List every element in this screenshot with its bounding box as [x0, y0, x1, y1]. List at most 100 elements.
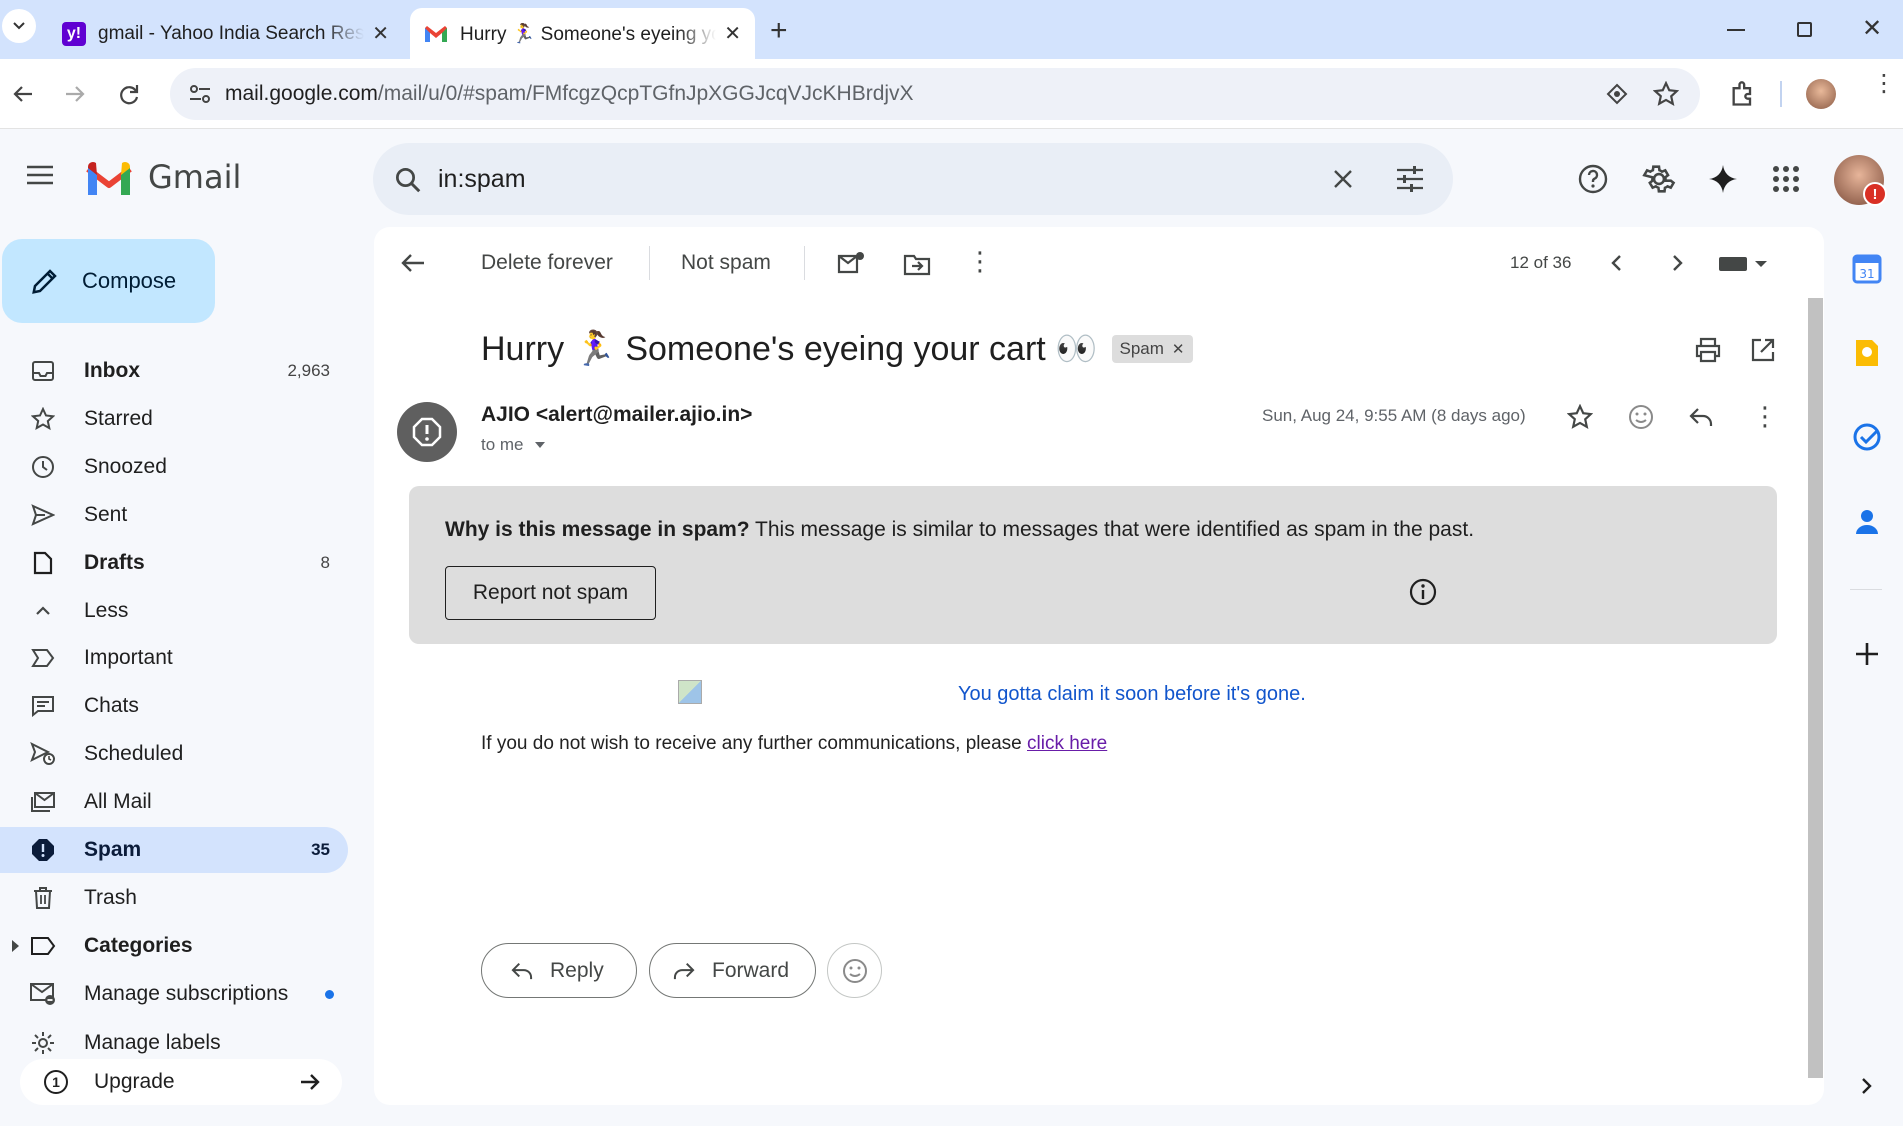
search-options-icon[interactable]	[1395, 165, 1425, 193]
browser-profile-avatar[interactable]	[1806, 79, 1836, 109]
gmail-logo-text[interactable]: Gmail	[148, 158, 241, 196]
newer-message-icon[interactable]	[1667, 253, 1687, 273]
calendar-icon[interactable]: 31	[1850, 252, 1884, 286]
browser-tab-gmail[interactable]: Hurry 🏃‍♀️ Someone's eyeing your cart ✕	[410, 8, 755, 59]
sidebar-item-drafts[interactable]: Drafts 8	[0, 540, 348, 586]
sidebar-item-manage-subscriptions[interactable]: Manage subscriptions	[0, 971, 348, 1017]
unsubscribe-link[interactable]: click here	[1027, 733, 1107, 754]
remove-label-icon[interactable]: ✕	[1172, 340, 1185, 358]
clear-search-icon[interactable]	[1331, 167, 1355, 191]
subscriptions-icon	[28, 982, 58, 1006]
sender-avatar[interactable]	[397, 402, 457, 462]
star-message-icon[interactable]	[1567, 404, 1593, 430]
settings-gear-icon[interactable]	[1637, 157, 1681, 201]
pencil-icon	[32, 269, 57, 294]
tab-search-dropdown[interactable]	[2, 9, 36, 43]
reload-icon[interactable]	[111, 76, 147, 112]
search-input[interactable]: in:spam	[373, 143, 1453, 215]
report-not-spam-button[interactable]: Report not spam	[445, 566, 656, 620]
search-icon[interactable]	[393, 165, 423, 195]
keep-icon[interactable]	[1850, 336, 1884, 370]
sidebar-item-less[interactable]: Less	[0, 588, 348, 634]
close-tab-icon[interactable]: ✕	[724, 21, 741, 46]
gmail-logo-icon[interactable]	[85, 161, 133, 197]
sidebar-item-inbox[interactable]: Inbox 2,963	[0, 348, 348, 394]
spam-warning-banner: Why is this message in spam? This messag…	[409, 486, 1777, 644]
sidebar-item-label: Scheduled	[84, 742, 184, 765]
browser-menu-icon[interactable]: ⋮	[1872, 72, 1896, 96]
back-to-list-icon[interactable]	[400, 251, 426, 275]
caret-down-icon	[534, 442, 545, 448]
new-tab-button[interactable]: +	[770, 14, 788, 48]
spam-label-chip[interactable]: Spam ✕	[1111, 335, 1193, 363]
bookmark-star-icon[interactable]	[1653, 81, 1679, 107]
address-bar[interactable]: mail.google.com/mail/u/0/#spam/FMfcgzQcp…	[170, 68, 1700, 120]
spam-icon	[28, 838, 58, 862]
emoji-reaction-button[interactable]	[827, 943, 882, 998]
compose-label: Compose	[82, 268, 177, 293]
sidebar-item-label: All Mail	[84, 790, 152, 813]
print-icon[interactable]	[1694, 337, 1722, 363]
expand-side-panel-icon[interactable]	[1850, 1069, 1884, 1103]
expand-categories-icon[interactable]	[12, 940, 19, 952]
message-more-icon[interactable]: ⋮	[1752, 401, 1778, 432]
browser-tab-yahoo[interactable]: y! gmail - Yahoo India Search Resu ✕	[48, 8, 403, 59]
sidebar-item-trash[interactable]: Trash	[0, 875, 348, 921]
sidebar-item-spam[interactable]: Spam 35	[0, 827, 348, 873]
lens-icon[interactable]	[1605, 82, 1629, 106]
input-tools-keyboard-icon[interactable]	[1719, 257, 1769, 271]
apps-grid-icon[interactable]	[1764, 157, 1808, 201]
contacts-icon[interactable]	[1850, 504, 1884, 538]
reply-icon[interactable]	[1688, 406, 1714, 428]
sidebar-item-snoozed[interactable]: Snoozed	[0, 444, 348, 490]
move-to-icon[interactable]	[903, 252, 931, 276]
claim-link[interactable]: You gotta claim it soon before it's gone…	[958, 683, 1306, 706]
message-scrollbar[interactable]	[1808, 298, 1823, 1078]
gemini-sparkle-icon[interactable]	[1701, 157, 1745, 201]
site-info-icon[interactable]	[188, 83, 212, 105]
mark-unread-icon[interactable]	[837, 252, 865, 274]
main-menu-icon[interactable]	[25, 163, 55, 187]
close-window-icon[interactable]: ✕	[1862, 14, 1882, 43]
recipient-details[interactable]: to me	[481, 435, 546, 455]
sidebar-item-scheduled[interactable]: Scheduled	[0, 731, 348, 777]
new-indicator-dot	[325, 989, 334, 999]
scheduled-icon	[28, 742, 58, 766]
older-message-icon[interactable]	[1607, 253, 1627, 273]
sender-name[interactable]: AJIO <alert@mailer.ajio.in>	[481, 403, 752, 427]
info-icon[interactable]	[1409, 578, 1437, 606]
close-tab-icon[interactable]: ✕	[372, 21, 389, 46]
restore-window-icon[interactable]	[1797, 22, 1812, 37]
sidebar-item-manage-labels[interactable]: Manage labels	[0, 1019, 348, 1057]
delete-forever-button[interactable]: Delete forever	[481, 240, 613, 286]
sidebar-item-label: Manage labels	[84, 1031, 221, 1054]
minimize-window-icon[interactable]	[1727, 29, 1745, 31]
smiley-icon	[842, 958, 867, 983]
back-icon[interactable]	[5, 76, 41, 112]
message-subject: Hurry 🏃‍♀️ Someone's eyeing your cart 👀	[481, 330, 1098, 368]
open-new-window-icon[interactable]	[1750, 337, 1776, 363]
sidebar-item-important[interactable]: Important	[0, 635, 348, 681]
compose-button[interactable]: Compose	[2, 239, 215, 323]
add-addon-icon[interactable]	[1850, 637, 1884, 671]
not-spam-button[interactable]: Not spam	[681, 240, 771, 286]
reply-button[interactable]: Reply	[481, 943, 637, 998]
add-reaction-icon[interactable]	[1628, 404, 1654, 430]
sidebar-item-label: Starred	[84, 407, 153, 430]
sidebar-item-sent[interactable]: Sent	[0, 492, 348, 538]
forward-icon[interactable]	[57, 76, 93, 112]
tasks-icon[interactable]	[1850, 420, 1884, 454]
sidebar-item-starred[interactable]: Starred	[0, 396, 348, 442]
upgrade-button[interactable]: 1 Upgrade	[20, 1059, 342, 1105]
sidebar-item-all-mail[interactable]: All Mail	[0, 779, 348, 825]
chevron-down-icon	[13, 22, 25, 30]
toolbar-divider	[649, 246, 650, 280]
sidebar-item-chats[interactable]: Chats	[0, 683, 348, 729]
broken-image-icon[interactable]	[678, 680, 702, 704]
help-icon[interactable]	[1571, 157, 1615, 201]
sidebar-item-categories[interactable]: Categories	[0, 923, 348, 969]
extensions-icon[interactable]	[1729, 80, 1757, 108]
message-subject-row: Hurry 🏃‍♀️ Someone's eyeing your cart 👀 …	[481, 329, 1193, 369]
forward-button[interactable]: Forward	[649, 943, 816, 998]
more-actions-icon[interactable]: ⋮	[967, 246, 993, 277]
